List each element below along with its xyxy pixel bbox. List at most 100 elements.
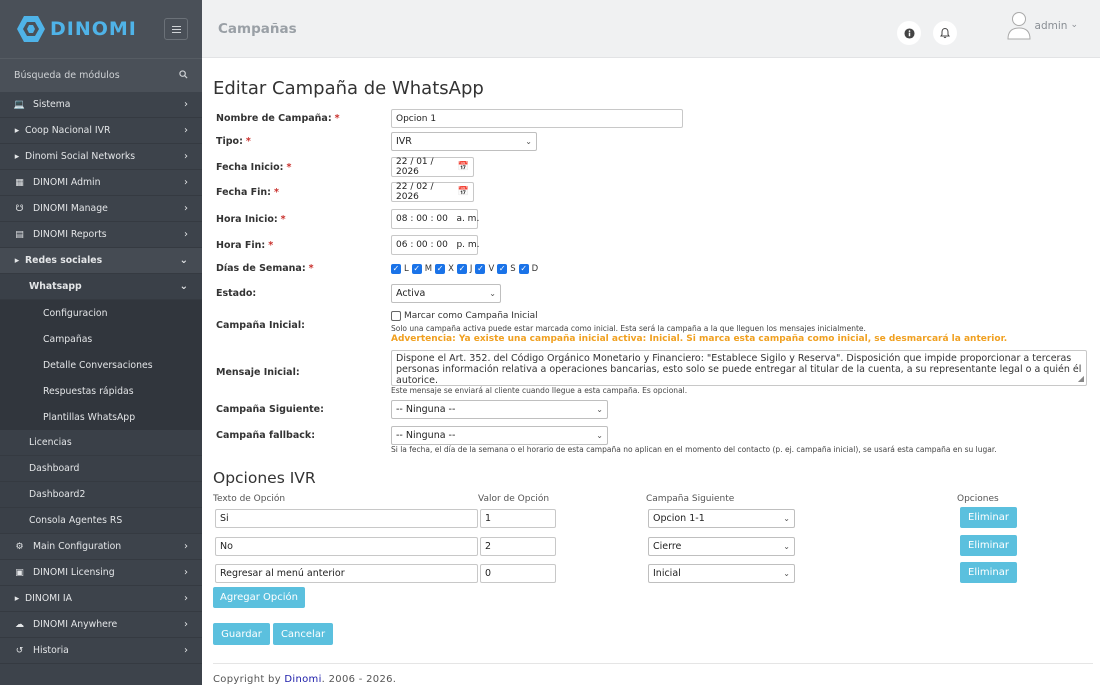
campana-siguiente-select[interactable]: -- Ninguna -- ⌄ bbox=[391, 400, 608, 419]
fecha-fin-label: Fecha Fin: * bbox=[216, 186, 279, 198]
sidebar-item-dinomi-social-networks[interactable]: ▸ Dinomi Social Networks › bbox=[0, 144, 202, 170]
opcion-siguiente-select[interactable]: Inicial ⌄ bbox=[648, 564, 795, 583]
sidebar-item-dinomi-licensing[interactable]: ▣ DINOMI Licensing › bbox=[0, 560, 202, 586]
inicial-warning: Advertencia: Ya existe una campaña inici… bbox=[391, 334, 1008, 344]
resize-handle-icon[interactable]: ◢ bbox=[1078, 373, 1084, 384]
sidebar-item-sistema[interactable]: 💻 Sistema › bbox=[0, 92, 202, 118]
sidebar-item-label: Main Configuration bbox=[33, 541, 122, 552]
sidebar-item-dinomi-admin[interactable]: ▦ DINOMI Admin › bbox=[0, 170, 202, 196]
user-menu[interactable]: admin ⌄ bbox=[1007, 10, 1078, 40]
sidebar-item-historia[interactable]: ↺ Historia › bbox=[0, 638, 202, 664]
sidebar-item-licencias[interactable]: Licencias bbox=[0, 430, 202, 456]
tipo-select[interactable]: IVR ⌄ bbox=[391, 132, 537, 151]
dias-label: Días de Semana: * bbox=[216, 263, 314, 274]
sidebar-item-consola-agentes-rs[interactable]: Consola Agentes RS bbox=[0, 508, 202, 534]
sidebar-item-detalle-conversaciones[interactable]: Detalle Conversaciones bbox=[0, 352, 202, 378]
sidebar-item-whatsapp[interactable]: Whatsapp ⌄ bbox=[0, 274, 202, 300]
eliminar-button[interactable]: Eliminar bbox=[960, 562, 1017, 583]
estado-select[interactable]: Activa ⌄ bbox=[391, 284, 501, 303]
estado-label: Estado: bbox=[216, 288, 257, 299]
sidebar-item-plantillas-whatsapp[interactable]: Plantillas WhatsApp bbox=[0, 404, 202, 430]
form-heading: Editar Campaña de WhatsApp bbox=[213, 78, 484, 99]
sidebar-item-label: DINOMI Manage bbox=[33, 203, 108, 214]
sidebar-item-label: Coop Nacional IVR bbox=[25, 125, 111, 136]
field-fecha-fin: Fecha Fin: * 22 / 02 / 2026 📅 bbox=[216, 182, 474, 202]
dinomi-link[interactable]: Dinomi bbox=[284, 674, 321, 685]
opcion-valor-input[interactable]: 1 bbox=[480, 509, 556, 528]
checkbox-dia-d[interactable]: ✓ bbox=[518, 263, 529, 274]
info-button[interactable] bbox=[897, 21, 921, 45]
sidebar-item-dinomi-anywhere[interactable]: ☁ DINOMI Anywhere › bbox=[0, 612, 202, 638]
chevron-right-icon: › bbox=[184, 645, 188, 656]
dia-label: X bbox=[448, 263, 454, 274]
sidebar-item-main-configuration[interactable]: ⚙ Main Configuration › bbox=[0, 534, 202, 560]
sidebar-item-dashboard2[interactable]: Dashboard2 bbox=[0, 482, 202, 508]
sidebar-item-label: Plantillas WhatsApp bbox=[43, 411, 136, 423]
opcion-valor-input[interactable]: 0 bbox=[480, 564, 556, 583]
sidebar-item-label: DINOMI IA bbox=[25, 593, 72, 604]
chevron-right-icon: › bbox=[184, 593, 188, 604]
sidebar-item-label: Sistema bbox=[33, 99, 71, 110]
dia-label: D bbox=[531, 263, 539, 274]
info-icon bbox=[903, 27, 915, 39]
cloud-icon: ☁ bbox=[15, 619, 24, 630]
notifications-button[interactable] bbox=[933, 21, 957, 45]
sidebar-item-respuestas-rapidas[interactable]: Respuestas rápidas bbox=[0, 378, 202, 404]
chevron-right-icon: › bbox=[184, 125, 188, 136]
sidebar-item-label: Campañas bbox=[43, 333, 93, 345]
footer-prefix: Copyright by bbox=[213, 674, 285, 685]
search-icon[interactable] bbox=[179, 69, 188, 82]
opcion-siguiente-select[interactable]: Cierre ⌄ bbox=[648, 537, 795, 556]
sidebar-item-dinomi-ia[interactable]: ▸ DINOMI IA › bbox=[0, 586, 202, 612]
chevron-down-icon: ⌄ bbox=[783, 514, 790, 523]
checkbox-dia-l[interactable]: ✓ bbox=[391, 263, 401, 274]
mensaje-inicial-textarea[interactable]: Dispone el Art. 352. del Código Orgánico… bbox=[391, 350, 1087, 386]
sidebar-toggle-button[interactable] bbox=[164, 18, 188, 40]
checkbox-dia-v[interactable]: ✓ bbox=[475, 263, 486, 274]
sidebar-item-configuracion[interactable]: Configuracion bbox=[0, 300, 202, 326]
footer: Copyright by Dinomi. 2006 - 2026. bbox=[213, 663, 1093, 685]
fecha-inicio-label: Fecha Inicio: * bbox=[216, 161, 292, 173]
sidebar-item-coop-nacional-ivr[interactable]: ▸ Coop Nacional IVR › bbox=[0, 118, 202, 144]
inicial-checkbox-row[interactable]: Marcar como Campaña Inicial bbox=[391, 311, 538, 321]
checkbox-dia-x[interactable]: ✓ bbox=[435, 263, 446, 274]
hora-fin-label: Hora Fin: * bbox=[216, 239, 274, 251]
module-search-input[interactable]: Búsqueda de módulos bbox=[14, 70, 120, 81]
campana-fallback-select[interactable]: -- Ninguna -- ⌄ bbox=[391, 426, 608, 445]
sidebar-item-label: DINOMI Admin bbox=[33, 177, 101, 188]
checkbox-dia-m[interactable]: ✓ bbox=[411, 263, 422, 274]
chevron-down-icon: ⌄ bbox=[596, 405, 603, 414]
agregar-opcion-button[interactable]: Agregar Opción bbox=[213, 587, 305, 608]
eliminar-button[interactable]: Eliminar bbox=[960, 535, 1017, 556]
module-search[interactable]: Búsqueda de módulos bbox=[0, 58, 202, 92]
opcion-siguiente-select[interactable]: Opcion 1-1 ⌄ bbox=[648, 509, 795, 528]
sidebar-item-redes-sociales[interactable]: ▸ Redes sociales ⌄ bbox=[0, 248, 202, 274]
opcion-texto-input[interactable]: Si bbox=[215, 509, 478, 528]
sidebar-item-label: DINOMI Anywhere bbox=[33, 619, 118, 630]
cancelar-button[interactable]: Cancelar bbox=[273, 623, 333, 645]
fecha-fin-input[interactable]: 22 / 02 / 2026 📅 bbox=[391, 182, 474, 202]
guardar-button[interactable]: Guardar bbox=[213, 623, 270, 645]
dia-label: S bbox=[510, 263, 516, 274]
hora-fin-input[interactable]: 06 : 00 : 00 p. m. bbox=[391, 235, 480, 255]
campaign-name-input[interactable]: Opcion 1 bbox=[391, 109, 683, 128]
eliminar-button[interactable]: Eliminar bbox=[960, 507, 1017, 528]
sidebar-item-dashboard[interactable]: Dashboard bbox=[0, 456, 202, 482]
chevron-down-icon: ⌄ bbox=[179, 255, 188, 266]
sidebar-item-dinomi-reports[interactable]: ▤ DINOMI Reports › bbox=[0, 222, 202, 248]
fecha-inicio-input[interactable]: 22 / 01 / 2026 📅 bbox=[391, 157, 474, 177]
opcion-texto-input[interactable]: Regresar al menú anterior bbox=[215, 564, 478, 583]
checkbox-dia-s[interactable]: ✓ bbox=[497, 263, 508, 274]
bar-chart-icon: ▤ bbox=[15, 229, 24, 240]
hora-inicio-input[interactable]: 08 : 00 : 00 a. m. bbox=[391, 209, 479, 229]
sidebar-item-campanas[interactable]: Campañas bbox=[0, 326, 202, 352]
sidebar-item-dinomi-manage[interactable]: ☋ DINOMI Manage › bbox=[0, 196, 202, 222]
calendar-icon[interactable]: 📅 bbox=[458, 162, 469, 172]
hora-inicio-label: Hora Inicio: * bbox=[216, 213, 286, 225]
chevron-down-icon: ⌄ bbox=[783, 542, 790, 551]
checkbox-dia-j[interactable]: ✓ bbox=[456, 263, 467, 274]
opcion-texto-input[interactable]: No bbox=[215, 537, 478, 556]
calendar-icon[interactable]: 📅 bbox=[458, 187, 469, 197]
opcion-valor-input[interactable]: 2 bbox=[480, 537, 556, 556]
inicial-checkbox[interactable] bbox=[391, 311, 401, 321]
